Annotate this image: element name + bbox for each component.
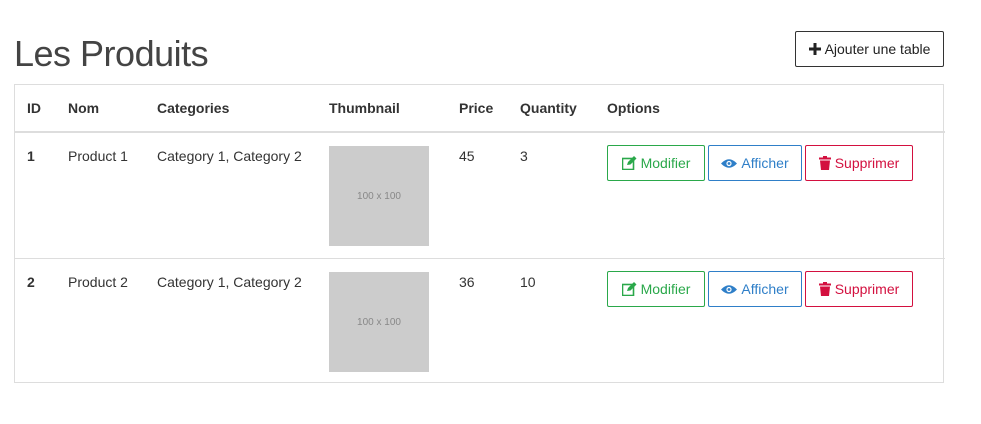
eye-icon <box>721 158 738 169</box>
view-button[interactable]: Afficher <box>708 271 802 307</box>
table-header-row: ID Nom Categories Thumbnail Price Quanti… <box>15 85 945 133</box>
edit-label: Modifier <box>640 155 691 171</box>
delete-button[interactable]: Supprimer <box>805 145 913 181</box>
trash-icon <box>818 282 831 296</box>
row-actions: Modifier Afficher Supprimer <box>607 145 945 181</box>
header-price: Price <box>447 85 508 133</box>
delete-label: Supprimer <box>834 155 900 171</box>
cell-thumbnail: 100 x 100 <box>317 132 447 259</box>
row-actions: Modifier Afficher Supprimer <box>607 271 945 307</box>
edit-button[interactable]: Modifier <box>607 271 705 307</box>
cell-id: 1 <box>27 148 35 164</box>
cell-quantity: 10 <box>508 258 595 384</box>
cell-options: Modifier Afficher Supprimer <box>595 132 945 259</box>
thumbnail-placeholder-text: 100 x 100 <box>357 316 401 328</box>
cell-name: Product 2 <box>56 258 145 384</box>
cell-categories: Category 1, Category 2 <box>157 148 302 164</box>
thumbnail-image: 100 x 100 <box>329 146 429 246</box>
cell-price: 36 <box>447 258 508 384</box>
header-options: Options <box>595 85 945 133</box>
cell-categories: Category 1, Category 2 <box>145 258 317 384</box>
view-label: Afficher <box>741 155 789 171</box>
edit-button[interactable]: Modifier <box>607 145 705 181</box>
thumbnail-image: 100 x 100 <box>329 272 429 372</box>
edit-label: Modifier <box>640 281 691 297</box>
view-label: Afficher <box>741 281 789 297</box>
products-table: ID Nom Categories Thumbnail Price Quanti… <box>14 84 945 384</box>
cell-thumbnail: 100 x 100 <box>317 258 447 384</box>
thumbnail-placeholder-text: 100 x 100 <box>357 190 401 202</box>
plus-icon <box>808 43 821 55</box>
delete-button[interactable]: Supprimer <box>805 271 913 307</box>
trash-icon <box>818 156 831 170</box>
delete-label: Supprimer <box>834 281 900 297</box>
cell-price: 45 <box>459 148 475 164</box>
header-id: ID <box>15 85 56 133</box>
header-categories: Categories <box>145 85 317 133</box>
header-quantity: Quantity <box>508 85 595 133</box>
page-title: Les Produits <box>14 33 209 74</box>
cell-quantity: 3 <box>520 148 528 164</box>
page: Les Produits Ajouter une table ID Nom Ca… <box>0 0 981 424</box>
view-button[interactable]: Afficher <box>708 145 802 181</box>
edit-icon <box>621 282 637 296</box>
add-table-label: Ajouter une table <box>824 41 931 57</box>
cell-options: Modifier Afficher Supprimer <box>595 258 945 384</box>
edit-icon <box>621 156 637 170</box>
table-row: 2 Product 2 Category 1, Category 2 100 x… <box>15 258 945 384</box>
cell-name: Product 1 <box>68 148 128 164</box>
cell-id: 2 <box>15 258 56 384</box>
add-table-button[interactable]: Ajouter une table <box>795 31 944 67</box>
header-name: Nom <box>56 85 145 133</box>
header-thumbnail: Thumbnail <box>317 85 447 133</box>
eye-icon <box>721 284 738 295</box>
table-row: 1 Product 1 Category 1, Category 2 100 x… <box>15 132 945 259</box>
